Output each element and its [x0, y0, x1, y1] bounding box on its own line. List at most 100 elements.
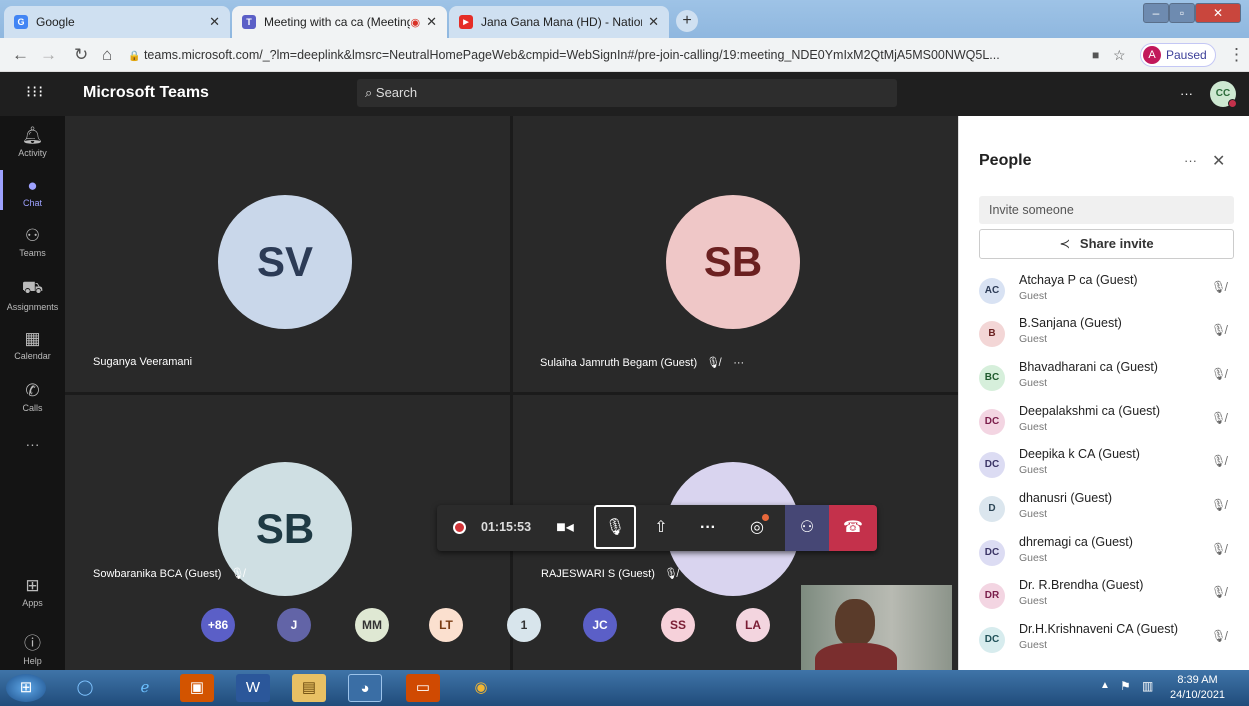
taskbar-presentation[interactable]: ▭ — [406, 674, 440, 702]
url-text: teams.microsoft.com/_?lm=deeplink&lmsrc=… — [143, 48, 1000, 62]
person-role: Guest — [1019, 333, 1048, 345]
system-clock[interactable]: 8:39 AM 24/10/2021 — [1170, 673, 1225, 703]
reload-icon[interactable]: ↻ — [74, 45, 88, 65]
profile-button[interactable]: A Paused — [1140, 43, 1216, 67]
taskbar-chrome[interactable]: ◕ — [348, 674, 382, 702]
calendar-icon: ▦ — [24, 329, 41, 348]
avatar: DR — [979, 583, 1005, 609]
profile-avatar: A — [1143, 46, 1161, 64]
participant-bubble[interactable]: LA — [736, 608, 770, 642]
list-item[interactable]: DC Dr.H.Krishnaveni CA (Guest) Guest 🎙︎̸ — [979, 621, 1239, 661]
new-tab-button[interactable]: + — [676, 10, 698, 32]
list-item[interactable]: D dhanusri (Guest) Guest 🎙︎̸ — [979, 490, 1239, 530]
share-invite-button[interactable]: ≺ Share invite — [979, 229, 1234, 259]
rail-apps[interactable]: ⊞ Apps — [0, 576, 65, 608]
rail-activity[interactable]: 🔔︎ Activity — [0, 126, 65, 158]
participant-bubble[interactable]: J — [277, 608, 311, 642]
presentation-icon: ▭ — [415, 679, 431, 696]
tab-title: Google — [36, 15, 75, 29]
app-launcher-icon[interactable]: ⁝⁝⁝ — [26, 82, 44, 102]
person-role: Guest — [1019, 421, 1048, 433]
flag-icon[interactable]: ⚑ — [1120, 679, 1131, 693]
minimize-button[interactable]: – — [1143, 3, 1169, 23]
microphone-button[interactable]: 🎙︎ — [594, 505, 636, 549]
participant-bubble[interactable]: 1 — [507, 608, 541, 642]
maximize-button[interactable]: ▫ — [1169, 3, 1195, 23]
avatar: DC — [979, 452, 1005, 478]
list-item[interactable]: DR Dr. R.Brendha (Guest) Guest 🎙︎̸ — [979, 577, 1239, 617]
rail-calls[interactable]: ✆ Calls — [0, 381, 65, 413]
participants-button[interactable]: ⚇ — [785, 505, 829, 551]
self-video-preview[interactable] — [801, 585, 952, 671]
start-button[interactable]: ⊞ — [6, 674, 46, 702]
app-icon: ◉ — [474, 679, 488, 696]
close-tab-icon[interactable]: ✕ — [648, 14, 659, 30]
unread-badge — [762, 514, 769, 521]
star-icon[interactable]: ☆ — [1113, 47, 1126, 64]
cast-icon[interactable]: ■ — [1092, 48, 1099, 62]
list-item[interactable]: DC Deepika k CA (Guest) Guest 🎙︎̸ — [979, 446, 1239, 486]
search-input[interactable]: ⌕ Search — [357, 79, 897, 107]
taskbar-media-player[interactable]: ▣ — [180, 674, 214, 702]
person-role: Guest — [1019, 290, 1048, 302]
video-tile[interactable]: SB Sulaiha Jamruth Begam (Guest) 🎙︎̸ ··· — [513, 116, 958, 392]
participant-bubble[interactable]: JC — [583, 608, 617, 642]
more-options-icon[interactable]: ··· — [733, 357, 744, 369]
taskbar-internet-explorer[interactable]: ℯ — [128, 674, 162, 702]
forward-icon[interactable]: → — [40, 45, 57, 65]
video-tile[interactable]: SV Suganya Veeramani — [65, 116, 510, 392]
close-tab-icon[interactable]: ✕ — [209, 14, 220, 30]
camera-button[interactable]: ■◂ — [544, 505, 586, 551]
person-name: B.Sanjana (Guest) — [1019, 316, 1122, 330]
taskbar-app[interactable]: ◉ — [464, 674, 498, 702]
chat-button[interactable]: ◎ — [736, 505, 778, 551]
hang-up-icon: ☎ — [843, 519, 863, 536]
list-item[interactable]: DC dhremagi ca (Guest) Guest 🎙︎̸ — [979, 534, 1239, 574]
rail-more[interactable]: ··· — [0, 436, 65, 452]
tab-google[interactable]: G Google ✕ — [4, 6, 230, 38]
participant-bubble[interactable]: SS — [661, 608, 695, 642]
participant-bubble[interactable]: LT — [429, 608, 463, 642]
more-options-icon[interactable]: ··· — [1180, 86, 1193, 101]
overflow-count-bubble[interactable]: +86 — [201, 608, 235, 642]
person-role: Guest — [1019, 552, 1048, 564]
leave-call-button[interactable]: ☎ — [829, 505, 877, 551]
chat-icon: ● — [27, 176, 38, 195]
mic-off-icon: 🎙︎̸ — [1211, 629, 1227, 643]
close-icon[interactable]: ✕ — [1212, 151, 1225, 171]
show-hidden-icons[interactable]: ▲ — [1100, 680, 1110, 691]
participant-avatar: SB — [666, 195, 800, 329]
participant-bubble[interactable]: MM — [355, 608, 389, 642]
list-item[interactable]: BC Bhavadharani ca (Guest) Guest 🎙︎̸ — [979, 359, 1239, 399]
mic-off-icon: 🎙︎̸ — [230, 568, 245, 580]
taskbar-cortana[interactable]: ◯ — [68, 674, 102, 702]
home-icon[interactable]: ⌂ — [102, 45, 112, 65]
taskbar-file-explorer[interactable]: ▤ — [292, 674, 326, 702]
close-tab-icon[interactable]: ✕ — [426, 14, 437, 30]
participant-name-row: Sulaiha Jamruth Begam (Guest) 🎙︎̸ ··· — [540, 356, 744, 369]
call-timer: 01:15:53 — [481, 520, 532, 534]
invite-input[interactable]: Invite someone — [979, 196, 1234, 224]
back-icon[interactable]: ← — [12, 45, 29, 65]
close-window-button[interactable]: ✕ — [1195, 3, 1241, 23]
browser-menu-icon[interactable]: ⋮ — [1228, 45, 1245, 65]
tab-youtube[interactable]: ▶ Jana Gana Mana (HD) - National ✕ — [449, 6, 669, 38]
participant-avatar: SV — [218, 195, 352, 329]
rail-help[interactable]: ⓘ Help — [0, 629, 65, 666]
list-item[interactable]: DC Deepalakshmi ca (Guest) Guest 🎙︎̸ — [979, 403, 1239, 443]
active-indicator — [0, 170, 3, 210]
rail-teams[interactable]: ⚇ Teams — [0, 226, 65, 258]
more-actions-button[interactable]: ··· — [687, 505, 729, 551]
share-tray-icon: ⇧ — [654, 519, 668, 536]
tab-meeting[interactable]: T Meeting with ca ca (Meeting ◉ ✕ — [232, 6, 447, 38]
network-icon[interactable]: ▥ — [1142, 679, 1153, 693]
list-item[interactable]: B B.Sanjana (Guest) Guest 🎙︎̸ — [979, 315, 1239, 355]
share-screen-button[interactable]: ⇧ — [640, 505, 682, 551]
taskbar-word[interactable]: W — [236, 674, 270, 702]
address-bar[interactable]: 🔒 teams.microsoft.com/_?lm=deeplink&lmsr… — [128, 43, 1088, 67]
more-options-icon[interactable]: ··· — [1184, 153, 1197, 168]
rail-calendar[interactable]: ▦ Calendar — [0, 329, 65, 361]
list-item[interactable]: AC Atchaya P ca (Guest) Guest 🎙︎̸ — [979, 272, 1239, 312]
rail-assignments[interactable]: ⛟ Assignments — [0, 278, 65, 312]
rail-chat[interactable]: ● Chat — [0, 170, 65, 210]
